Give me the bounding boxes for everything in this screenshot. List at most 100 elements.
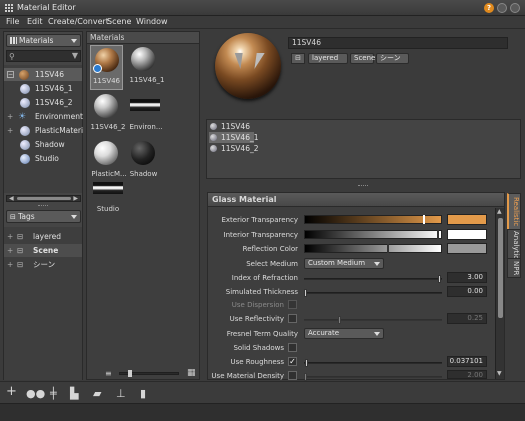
simulated-thickness-slider[interactable]	[304, 289, 442, 297]
thumbnail-size-slider[interactable]	[119, 370, 179, 377]
interior-transparency-swatch[interactable]	[447, 229, 487, 240]
filter-icon[interactable]: ▼	[72, 51, 78, 60]
material-thumb-studio[interactable]: Studio	[90, 182, 126, 217]
tree-item-11sv46[interactable]: − 11SV46	[4, 68, 82, 81]
scroll-down-icon[interactable]: ▼	[497, 370, 502, 377]
search-input[interactable]: ⚲ ▼	[6, 50, 81, 62]
minimize-button[interactable]	[497, 3, 507, 13]
use-dispersion-checkbox[interactable]	[288, 300, 297, 309]
tab-analytic[interactable]: Analytic	[507, 229, 521, 261]
slider-knob[interactable]	[338, 316, 341, 324]
expand-icon[interactable]: +	[7, 244, 13, 257]
material-thumb-11sv46-2[interactable]: 11SV46_2	[90, 92, 126, 137]
trash-icon[interactable]: ▮	[140, 388, 146, 399]
find-material-icon[interactable]: ▙	[70, 388, 78, 399]
expand-icon[interactable]: +	[7, 110, 13, 123]
folder-icon[interactable]: ▰	[93, 388, 101, 399]
material-thumb-11sv46[interactable]: 11SV46	[90, 45, 123, 90]
add-icon[interactable]: +	[6, 385, 17, 398]
tab-npr[interactable]: NPR	[507, 258, 521, 278]
tree-item-shadow[interactable]: Shadow	[4, 138, 82, 151]
expand-icon[interactable]: +	[7, 258, 13, 271]
material-preview-sphere[interactable]	[215, 33, 281, 99]
solid-shadows-checkbox[interactable]	[288, 343, 297, 352]
interior-transparency-gradient[interactable]	[304, 230, 442, 239]
tree-item-11sv46-1[interactable]: 11SV46_1	[4, 82, 82, 95]
tag-item-layered[interactable]: + ⊟ layered	[4, 230, 82, 243]
scroll-up-icon[interactable]: ▲	[497, 208, 502, 215]
instance-row[interactable]: 11SV46	[209, 121, 519, 132]
reflection-color-swatch[interactable]	[447, 243, 487, 254]
use-reflectivity-slider[interactable]	[304, 316, 442, 324]
help-button[interactable]: ?	[484, 3, 494, 13]
material-thumb-shadow[interactable]: Shadow	[127, 139, 163, 184]
tag-icon[interactable]: ⊟	[291, 53, 305, 64]
use-material-density-field[interactable]: 2.00	[447, 370, 487, 379]
use-reflectivity-field[interactable]: 0.25	[447, 313, 487, 324]
close-button[interactable]	[510, 3, 520, 13]
menu-file[interactable]: File	[6, 17, 19, 26]
scrollbar-thumb[interactable]	[17, 197, 71, 200]
tag-item-scene-jp[interactable]: + ⊟ シーン	[4, 258, 82, 271]
duplicate-icon[interactable]: ●●	[26, 388, 45, 399]
use-material-density-slider[interactable]	[304, 373, 442, 381]
material-name-input[interactable]: 11SV46	[288, 37, 508, 49]
fresnel-term-quality-dropdown[interactable]: Accurate	[304, 328, 384, 339]
instance-row-selected[interactable]: 11SV46_1	[209, 132, 259, 143]
use-roughness-slider[interactable]	[304, 359, 442, 367]
instance-row[interactable]: 11SV46_2	[209, 143, 519, 154]
scrollbar-thumb[interactable]	[498, 218, 503, 318]
slider-knob[interactable]	[304, 289, 307, 297]
exterior-transparency-swatch[interactable]	[447, 214, 487, 225]
simulated-thickness-field[interactable]: 0.00	[447, 286, 487, 297]
tag-chip-scene[interactable]: Scene	[350, 53, 375, 64]
gradient-marker[interactable]	[437, 230, 439, 239]
tag-item-scene[interactable]: + ⊟ Scene	[4, 244, 82, 257]
scroll-right-icon[interactable]: ▶	[73, 195, 78, 202]
reflection-color-gradient[interactable]	[304, 244, 442, 253]
splitter-grip[interactable]	[38, 205, 48, 207]
exterior-transparency-gradient[interactable]	[304, 215, 442, 224]
brush-icon[interactable]: ⊥	[116, 388, 126, 399]
use-reflectivity-checkbox[interactable]	[288, 314, 297, 323]
tree-item-environment[interactable]: + ☀ Environment	[4, 110, 83, 123]
list-view-icon[interactable]: ≡	[105, 369, 112, 378]
use-roughness-checkbox[interactable]: ✓	[288, 357, 297, 366]
menu-create-convert[interactable]: Create/Convert	[48, 17, 109, 26]
material-thumb-11sv46-1[interactable]: 11SV46_1	[127, 45, 165, 90]
slider-knob[interactable]	[305, 359, 308, 367]
grid-view-icon[interactable]: ▦	[187, 368, 196, 378]
tag-chip-layered[interactable]: layered	[308, 53, 348, 64]
slider-knob[interactable]	[438, 275, 441, 283]
select-medium-dropdown[interactable]: Custom Medium	[304, 258, 384, 269]
expand-icon[interactable]: +	[7, 124, 13, 137]
index-of-refraction-field[interactable]: 3.00	[447, 272, 487, 283]
ladder-icon[interactable]: ╪	[50, 388, 57, 399]
tree-item-plastic[interactable]: + PlasticMateri	[4, 124, 83, 137]
slider-knob[interactable]	[304, 373, 307, 381]
interior-transparency-label: Interior Transparency	[223, 231, 298, 239]
index-of-refraction-slider[interactable]	[304, 275, 442, 283]
collapse-icon[interactable]: −	[7, 71, 14, 78]
splitter-grip[interactable]	[358, 185, 368, 187]
scroll-left-icon[interactable]: ◀	[9, 195, 14, 202]
library-dropdown[interactable]: Materials	[6, 34, 81, 47]
tab-realistic[interactable]: Realistic	[507, 193, 521, 231]
use-material-density-checkbox[interactable]	[288, 371, 297, 380]
menu-edit[interactable]: Edit	[27, 17, 43, 26]
menu-window[interactable]: Window	[136, 17, 168, 26]
tree-item-studio[interactable]: Studio	[4, 152, 82, 165]
gradient-marker[interactable]	[387, 244, 389, 253]
tags-dropdown[interactable]: ⊟ Tags	[6, 210, 81, 223]
material-thumb-plastic[interactable]: PlasticM...	[90, 139, 127, 184]
menu-scene[interactable]: Scene	[107, 17, 131, 26]
thumbnail-size-knob[interactable]	[128, 370, 132, 377]
tag-chip-scene-jp[interactable]: シーン	[376, 53, 409, 64]
gradient-marker[interactable]	[423, 215, 425, 224]
material-thumb-environment[interactable]: Environ...	[127, 92, 163, 137]
tree-scrollbar[interactable]: ◀ ▶	[6, 195, 81, 202]
use-roughness-field[interactable]: 0.037101	[447, 356, 487, 367]
expand-icon[interactable]: +	[7, 230, 13, 243]
properties-scrollbar[interactable]: ▲ ▼	[495, 208, 504, 379]
tree-item-11sv46-2[interactable]: 11SV46_2	[4, 96, 82, 109]
